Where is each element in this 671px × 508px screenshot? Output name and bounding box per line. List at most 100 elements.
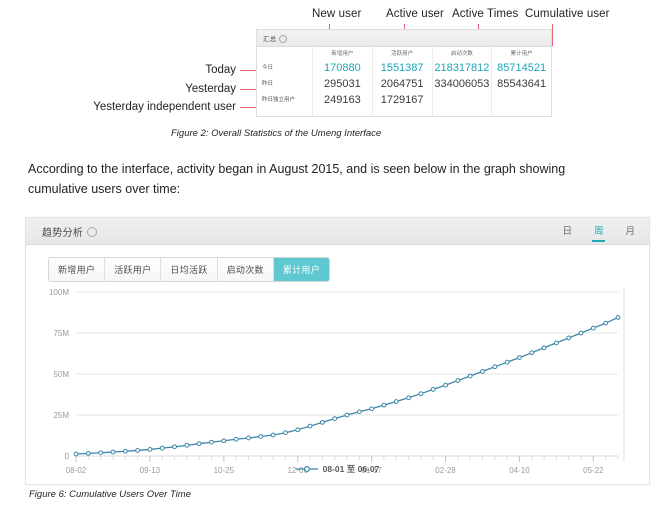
summary-cell <box>492 92 551 108</box>
data-point-marker[interactable] <box>467 373 473 379</box>
data-point-marker[interactable] <box>270 432 276 438</box>
trend-panel-title-group: 趋势分析 <box>42 224 98 239</box>
data-point-marker[interactable] <box>147 447 153 452</box>
summary-data-columns: 新增用户 170880 295031 249163 活跃用户 1551387 2064751… <box>313 47 551 117</box>
summary-column-header: 启动次数 <box>450 51 473 57</box>
annotation-leader-line <box>552 24 553 46</box>
chart-legend: 08-01 至 06-07 <box>26 463 649 475</box>
data-point-marker[interactable] <box>295 427 301 433</box>
data-point-marker[interactable] <box>135 448 140 453</box>
data-point-marker[interactable] <box>73 451 79 457</box>
data-point-marker[interactable] <box>233 436 239 442</box>
data-point-marker[interactable] <box>85 450 91 456</box>
summary-cell: 295031 <box>324 78 361 90</box>
summary-row-label: 昨日 <box>262 81 274 87</box>
metric-tab-3[interactable]: 启动次数 <box>217 258 274 281</box>
data-point-marker[interactable] <box>554 340 559 346</box>
y-axis-tick-label: 100M <box>49 288 69 297</box>
summary-row-label: 今日 <box>262 65 274 71</box>
annotation-label-yesterday-independent-user: Yesterday independent user <box>93 101 236 113</box>
data-point-marker[interactable] <box>603 320 609 326</box>
period-tab-2[interactable]: 月 <box>625 223 635 240</box>
summary-cell: 1551387 <box>380 62 424 74</box>
data-point-marker[interactable] <box>283 430 288 436</box>
trend-analysis-panel: 趋势分析 日 周 月 新增用户 活跃用户 日均活跃 启动次数 累计用户 0 25M 50M 75M… <box>25 217 650 485</box>
metric-tab-4[interactable]: 累计用户 <box>273 258 330 281</box>
info-circle-icon[interactable] <box>279 35 288 43</box>
data-point-marker[interactable] <box>332 416 338 422</box>
data-point-marker[interactable] <box>184 442 190 448</box>
data-point-marker[interactable] <box>221 438 227 444</box>
summary-cell <box>433 92 492 108</box>
metric-tab-group: 新增用户 活跃用户 日均活跃 启动次数 累计用户 <box>48 257 331 282</box>
period-tab-0[interactable]: 日 <box>562 223 572 240</box>
annotation-label-yesterday: Yesterday <box>185 83 236 95</box>
data-point-marker[interactable] <box>406 395 411 401</box>
data-point-marker[interactable] <box>541 345 547 351</box>
data-point-marker[interactable] <box>98 450 104 456</box>
figure-6-caption: Figure 6: Cumulative Users Over Time <box>29 489 191 500</box>
top-annotation-group: New user Active user Active Times Cumulativ… <box>0 8 671 46</box>
data-point-marker[interactable] <box>529 350 535 356</box>
annotation-label-cumulative-user: Cumulative user <box>525 8 610 20</box>
summary-column-header: 累计用户 <box>510 51 533 57</box>
data-point-marker[interactable] <box>504 359 510 365</box>
data-point-marker[interactable] <box>369 406 375 412</box>
data-point-marker[interactable] <box>196 441 202 447</box>
summary-cell: 85714521 <box>497 62 547 74</box>
data-point-marker[interactable] <box>430 387 436 392</box>
metric-tab-1[interactable]: 活跃用户 <box>105 258 162 281</box>
summary-cell: 1729167 <box>380 94 424 106</box>
trend-panel-title: 趋势分析 <box>42 227 84 239</box>
data-point-marker[interactable] <box>246 435 251 441</box>
summary-column: 启动次数 218317812 334006053 <box>433 47 493 117</box>
annotation-label-active-times: Active Times <box>452 8 519 20</box>
period-tab-1[interactable]: 周 <box>592 223 605 242</box>
data-point-marker[interactable] <box>209 439 214 445</box>
y-axis-tick-label: 25M <box>53 411 69 420</box>
data-point-marker[interactable] <box>517 355 522 360</box>
data-point-marker[interactable] <box>172 444 177 450</box>
summary-cell: 218317812 <box>434 62 490 74</box>
summary-column: 累计用户 85714521 85543641 <box>492 47 551 117</box>
data-point-marker[interactable] <box>590 325 596 331</box>
info-circle-icon[interactable] <box>87 227 98 237</box>
umeng-summary-card: 汇总 今日 昨日 昨日独立用户 新增用户 170880 295031 249163 活跃用户… <box>256 29 552 117</box>
period-tab-group: 日周月 <box>562 223 635 242</box>
y-axis-tick-label: 75M <box>53 329 69 338</box>
summary-card-header: 汇总 <box>257 30 551 47</box>
summary-column-header: 新增用户 <box>331 51 354 57</box>
data-point-marker[interactable] <box>492 364 498 370</box>
data-point-marker[interactable] <box>381 402 387 408</box>
data-point-marker[interactable] <box>356 409 362 415</box>
data-point-marker[interactable] <box>480 368 485 374</box>
annotation-label-active-user: Active user <box>386 8 444 20</box>
figure-2-block: New user Active user Active Times Cumulativ… <box>0 0 671 140</box>
summary-column: 活跃用户 1551387 2064751 1729167 <box>373 47 433 117</box>
data-point-marker[interactable] <box>393 399 399 404</box>
summary-row-label-column: 今日昨日昨日独立用户 <box>257 47 313 117</box>
data-point-marker[interactable] <box>455 378 461 383</box>
data-point-marker[interactable] <box>159 445 165 451</box>
data-point-marker[interactable] <box>566 335 572 341</box>
legend-label: 08-01 至 06-07 <box>322 464 380 474</box>
metric-tab-2[interactable]: 日均活跃 <box>161 258 218 281</box>
data-point-marker[interactable] <box>418 391 424 397</box>
summary-card-title: 汇总 <box>263 36 277 43</box>
metric-tab-0[interactable]: 新增用户 <box>49 258 106 281</box>
data-point-marker[interactable] <box>122 448 128 454</box>
annotation-label-new-user: New user <box>312 8 362 20</box>
data-point-marker[interactable] <box>319 419 325 425</box>
summary-row-label: 昨日独立用户 <box>262 97 296 103</box>
data-point-marker[interactable] <box>578 330 584 336</box>
data-point-marker[interactable] <box>344 412 350 418</box>
data-point-marker[interactable] <box>307 423 313 429</box>
summary-cell: 2064751 <box>380 78 424 90</box>
data-point-marker[interactable] <box>615 315 621 320</box>
summary-cell: 334006053 <box>434 78 490 90</box>
cumulative-users-plot: 0 25M 50M 75M 100M 08-02 09-13 10-25 12-06 01-17 0… <box>40 284 636 482</box>
data-point-marker[interactable] <box>258 434 264 439</box>
data-point-marker[interactable] <box>443 382 448 388</box>
data-point-marker[interactable] <box>110 449 116 455</box>
y-axis-tick-label: 0 <box>65 452 70 461</box>
